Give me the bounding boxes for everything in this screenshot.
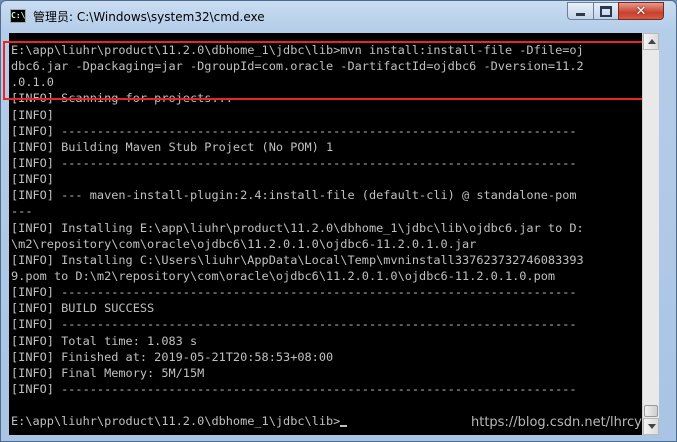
close-button[interactable]: ✕	[618, 2, 664, 20]
console-line: [INFO] ---------------------------------…	[11, 381, 577, 396]
console-line: \m2\repository\com\oracle\ojdbc6\11.2.0.…	[11, 236, 477, 251]
console-line: [INFO]	[11, 107, 54, 122]
console-line: [INFO] Installing C:\Users\liuhr\AppData…	[11, 252, 584, 267]
console-line: [INFO] BUILD SUCCESS	[11, 301, 155, 316]
console-line: E:\app\liuhr\product\11.2.0\dbhome_1\jdb…	[11, 43, 584, 57]
console-line: [INFO] Total time: 1.083 s	[11, 333, 198, 348]
cmd-window: C:\ 管理员: C:\Windows\system32\cmd.exe ✕ E…	[0, 0, 677, 442]
console-line: 9.pom to D:\m2\repository\com\oracle\ojd…	[11, 268, 556, 283]
arrow-down-icon	[648, 424, 656, 429]
console-line: [INFO] ---------------------------------…	[11, 123, 577, 138]
console-line: [INFO] Scanning for projects...	[11, 91, 233, 106]
console-line: [INFO]	[11, 172, 54, 187]
console-line: [INFO] Installing E:\app\liuhr\product\1…	[11, 220, 584, 235]
title-bar[interactable]: C:\ 管理员: C:\Windows\system32\cmd.exe ✕	[1, 1, 676, 33]
console-line: [INFO] Final Memory: 5M/15M	[11, 365, 205, 380]
console-line: [INFO] Building Maven Stub Project (No P…	[11, 139, 334, 154]
prompt-text: E:\app\liuhr\product\11.2.0\dbhome_1\jdb…	[11, 414, 341, 429]
console-line: dbc6.jar -Dpackaging=jar -DgroupId=com.o…	[11, 59, 584, 74]
console-line: [INFO] ---------------------------------…	[11, 317, 577, 332]
text-cursor	[340, 425, 348, 428]
window-title: 管理员: C:\Windows\system32\cmd.exe	[33, 10, 265, 24]
console-line: [INFO] Finished at: 2019-05-21T20:58:53+…	[11, 349, 334, 364]
arrow-up-icon	[648, 39, 656, 44]
vertical-scrollbar[interactable]	[642, 33, 659, 435]
console-line: [INFO] ---------------------------------…	[11, 285, 577, 300]
console-line: [INFO] --- maven-install-plugin:2.4:inst…	[11, 188, 577, 203]
scrollbar-thumb[interactable]	[644, 405, 658, 417]
console-line: .0.1.0	[11, 75, 54, 90]
console-line: [INFO] ---------------------------------…	[11, 155, 577, 170]
minimize-button[interactable]	[567, 2, 594, 20]
scroll-up-button[interactable]	[643, 33, 659, 50]
maximize-icon	[600, 5, 612, 17]
close-icon: ✕	[635, 3, 647, 19]
console-output[interactable]: E:\app\liuhr\product\11.2.0\dbhome_1\jdb…	[9, 33, 642, 435]
maximize-button[interactable]	[593, 2, 619, 20]
scroll-down-button[interactable]	[643, 418, 659, 435]
watermark: https://blog.csdn.net/lhrcy	[471, 415, 642, 430]
console-line: ---	[11, 204, 33, 219]
cmd-icon[interactable]: C:\	[10, 9, 26, 23]
minimize-icon	[576, 12, 585, 16]
console-lines: E:\app\liuhr\product\11.2.0\dbhome_1\jdb…	[11, 42, 584, 429]
